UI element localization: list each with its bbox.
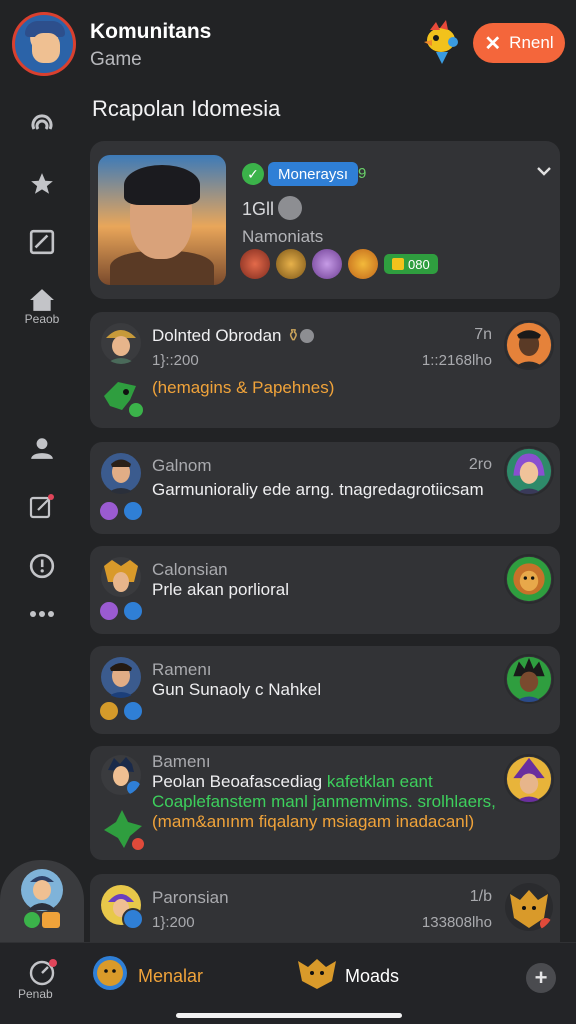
feed-text: (hemagins & Papehnes) <box>152 378 335 397</box>
purple-badge-icon <box>98 500 120 522</box>
feed-text-line3: (mam&anınm fiqalany msiagam inadacanl) <box>152 812 475 831</box>
renew-button-label: Rnenl <box>509 33 554 52</box>
man-avatar <box>101 453 141 494</box>
user-icon[interactable] <box>26 432 58 464</box>
sidebar-item-label: Peaob <box>24 312 60 326</box>
feed-author: Ramenı <box>152 660 212 679</box>
feed-text-line1: Peolan Beoafascediag kafetklan eant <box>152 772 433 791</box>
feed-text: Prle akan porlioral <box>152 580 290 599</box>
gauge-icon[interactable] <box>28 957 58 987</box>
feed-author: Galnom <box>152 456 212 475</box>
blue-badge-icon <box>122 600 144 622</box>
section-title: Rcapolan Idomesia <box>92 96 281 121</box>
star-icon[interactable] <box>26 168 58 200</box>
feed-author: Paronsian <box>152 888 229 907</box>
tab-moads[interactable]: Moads <box>345 966 399 987</box>
feed-item[interactable]: Galnom 2ro Garmunioraliy ede arng. tnagr… <box>90 442 560 534</box>
mascot-bird-icon[interactable] <box>422 20 460 64</box>
profile-subtitle: Namoniats <box>242 227 324 246</box>
blue-badge-icon <box>122 700 144 722</box>
green-star-emblem-icon <box>104 810 144 850</box>
profile-portrait <box>98 155 226 285</box>
chevron-down-icon[interactable] <box>536 163 552 179</box>
profile-tag[interactable]: Moneraysı <box>268 162 359 186</box>
score-pill: 080 <box>384 254 438 274</box>
side-user-card[interactable] <box>0 860 84 942</box>
warrior-avatar <box>504 320 554 370</box>
feed-meta-right: 133808lho <box>421 914 492 931</box>
badge-row: 080 <box>240 249 438 279</box>
bull-crest-tab-icon[interactable] <box>296 955 338 991</box>
community-subtitle: Game <box>90 49 142 70</box>
feed-meta-left: 1}:200 <box>152 914 195 931</box>
hero-avatar <box>101 755 141 795</box>
golden-warrior-avatar <box>101 557 141 597</box>
cowboy-avatar <box>101 323 141 364</box>
chest-badge-icon <box>42 912 60 928</box>
header: Komunitans Game ✕ Rnenl <box>0 0 576 88</box>
feed-author: Bamenı <box>152 752 211 771</box>
feed-author: Calonsian <box>152 560 228 579</box>
feed-item[interactable]: Calonsian Prle akan porlioral <box>90 546 560 634</box>
profile-level: 1Gll <box>242 199 275 219</box>
bottom-nav-bar: Penab Menalar Moads + <box>0 942 576 1024</box>
profile-card[interactable]: ✓ Moneraysı 9 1Gll Namoniats 080 <box>90 141 560 299</box>
feed-time: 2ro <box>468 456 492 473</box>
side-avatar <box>21 869 63 911</box>
dragon-emblem-icon <box>104 382 143 417</box>
feed-meta-right: 1::2168lho <box>421 352 492 369</box>
app-root: Komunitans Game ✕ Rnenl Peaob Rcapolan I… <box>0 0 576 1024</box>
profile-tag-count: 9 <box>358 165 367 182</box>
swirl-icon[interactable] <box>26 108 58 140</box>
golden-beast-avatar <box>505 883 553 931</box>
tab-menalar[interactable]: Menalar <box>138 966 203 987</box>
add-button[interactable]: + <box>526 963 556 993</box>
feed-author: Dolnted Obrodan ⚱ <box>152 326 315 346</box>
feed-item[interactable]: Paronsian 1/b 1}:200 133808lho <box>90 874 560 942</box>
score-value: 080 <box>408 256 430 272</box>
purple-hair-avatar <box>504 446 554 496</box>
golden-beast-badge-icon[interactable] <box>276 249 306 279</box>
feed-text-line2: Coaplefanstem manl janmemvims. srolhlaer… <box>152 792 496 811</box>
sidebar: Peaob <box>0 90 84 940</box>
close-icon: ✕ <box>484 32 502 55</box>
community-title: Komunitans <box>90 20 212 43</box>
blue-badge-icon <box>122 908 144 930</box>
renew-button[interactable]: ✕ Rnenl <box>473 23 565 63</box>
check-badge-icon <box>24 912 40 928</box>
edit-box-icon[interactable] <box>26 226 58 258</box>
verified-check-icon: ✓ <box>242 163 264 185</box>
fighter-badge-icon[interactable] <box>240 249 270 279</box>
blue-badge-icon <box>122 500 144 522</box>
feed-meta-left: 1}::200 <box>152 352 199 369</box>
gold-badge-icon <box>98 700 120 722</box>
spiky-hair-avatar <box>504 654 554 704</box>
more-icon[interactable] <box>26 598 58 630</box>
suited-man-avatar <box>101 657 141 698</box>
lion-avatar <box>504 554 554 604</box>
feed-text: Gun Sunaoly c Nahkel <box>152 680 322 699</box>
coin-icon <box>392 258 404 270</box>
feed-item[interactable]: Ramenı Gun Sunaoly c Nahkel <box>90 646 560 734</box>
compose-icon[interactable] <box>26 490 58 522</box>
feed-time: 7n <box>474 326 492 343</box>
feed-item[interactable]: Dolnted Obrodan ⚱ 7n 1}::200 1::2168lho … <box>90 312 560 428</box>
purple-orb-badge-icon[interactable] <box>312 249 342 279</box>
home-indicator <box>176 1013 402 1018</box>
purple-badge-icon <box>98 600 120 622</box>
golden-lion-tab-icon[interactable] <box>92 955 128 991</box>
feed-time: 1/b <box>469 888 492 905</box>
info-icon[interactable] <box>26 550 58 582</box>
feed-text: Garmunioraliy ede arng. tnagredagrotiics… <box>152 480 484 499</box>
face-emoji-icon <box>278 196 302 220</box>
witch-avatar <box>504 754 554 804</box>
feed-item[interactable]: Bamenı Peolan Beoafascediag kafetklan ea… <box>90 746 560 860</box>
smiley-badge-icon[interactable] <box>348 249 378 279</box>
user-avatar[interactable] <box>12 12 76 76</box>
bottom-left-label: Penab <box>18 987 53 1001</box>
